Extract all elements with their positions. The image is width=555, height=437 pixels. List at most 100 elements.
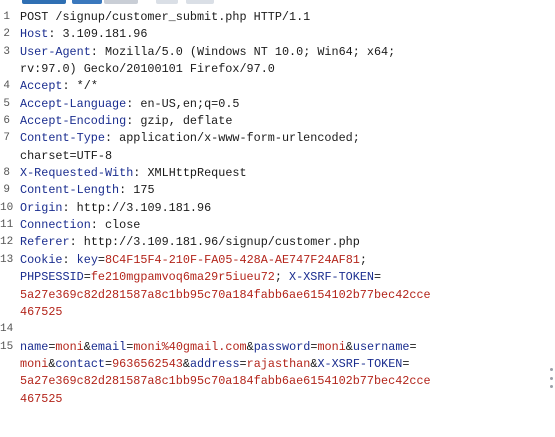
- header-value: charset=UTF-8: [20, 148, 113, 163]
- line-number: 13: [0, 253, 14, 266]
- tab-indicator[interactable]: [72, 0, 102, 4]
- cookie-name: key: [76, 252, 98, 267]
- line-number: 12: [0, 236, 14, 249]
- header-value: */*: [76, 79, 98, 94]
- request-body: 15 name=moni&email=moni%40gmail.com&pass…: [0, 339, 545, 356]
- line-number: 15: [0, 340, 14, 353]
- cookie-value: 5a27e369c82d281587a8c1bb95c70a184fabb6ae…: [20, 287, 431, 302]
- handle-dot: [549, 376, 553, 380]
- header-name: Content-Type: [20, 131, 105, 146]
- cookie-name: X-XSRF-TOKEN: [289, 270, 374, 285]
- param-name: name: [20, 339, 49, 354]
- param-value: moni: [55, 339, 84, 354]
- line-number: 10: [0, 201, 14, 214]
- line-number: 7: [3, 132, 10, 145]
- header-name: Accept: [20, 79, 63, 94]
- request-body-wrap: moni&contact=9636562543&address=rajastha…: [0, 356, 545, 373]
- header-value: Mozilla/5.0 (Windows NT 10.0; Win64; x64…: [104, 44, 396, 59]
- cookie-value: 8C4F15F4-210F-FA05-428A-AE747F24AF81: [105, 252, 360, 267]
- line-number: [0, 356, 10, 373]
- header-value: http://3.109.181.96/signup/customer.php: [83, 235, 360, 250]
- header-accept-language: 5 Accept-Language: en-US,en;q=0.5: [0, 96, 545, 113]
- param-name: X-XSRF-TOKEN: [317, 356, 403, 371]
- request-line: 1 POST /signup/customer_submit.php HTTP/…: [0, 9, 545, 26]
- drag-handle-icon[interactable]: [549, 368, 553, 388]
- line-number: 3: [3, 45, 10, 58]
- header-name: Accept-Language: [20, 96, 127, 111]
- header-value: 175: [133, 183, 155, 198]
- param-value: 467525: [20, 391, 63, 406]
- param-name: email: [90, 339, 127, 354]
- handle-dot: [549, 385, 553, 388]
- request-body-wrap: 5a27e369c82d281587a8c1bb95c70a184fabb6ae…: [0, 373, 545, 390]
- line-number: 4: [3, 80, 10, 93]
- cookie-value: fe210mgpamvoq6ma29r5iueu72: [90, 270, 275, 285]
- tab-indicator[interactable]: [186, 0, 214, 4]
- header-accept: 4 Accept: */*: [0, 78, 545, 95]
- http-request-editor[interactable]: 1 POST /signup/customer_submit.php HTTP/…: [0, 9, 545, 408]
- header-user-agent-wrap: rv:97.0) Gecko/20100101 Firefox/97.0: [0, 61, 545, 78]
- line-number: [0, 148, 10, 165]
- handle-dot: [549, 368, 553, 371]
- param-value: moni: [20, 356, 49, 371]
- header-name: Cookie: [20, 252, 63, 267]
- header-name: Referer: [20, 235, 70, 250]
- param-name: contact: [55, 356, 105, 371]
- header-value: application/x-www-form-urlencoded;: [119, 131, 360, 146]
- param-name: address: [189, 356, 240, 371]
- header-origin: 10 Origin: http://3.109.181.96: [0, 200, 545, 217]
- header-value: en-US,en;q=0.5: [140, 96, 240, 111]
- param-name: password: [253, 339, 311, 354]
- request-body-wrap: 467525: [0, 391, 545, 408]
- header-cookie-wrap: 5a27e369c82d281587a8c1bb95c70a184fabb6ae…: [0, 287, 545, 304]
- header-cookie-wrap: PHPSESSID=fe210mgpamvoq6ma29r5iueu72; X-…: [0, 269, 545, 286]
- line-number: [0, 61, 10, 78]
- header-cookie-wrap: 467525: [0, 304, 545, 321]
- param-value: 9636562543: [112, 356, 183, 371]
- header-connection: 11 Connection: close: [0, 217, 545, 234]
- tab-indicator[interactable]: [104, 0, 138, 4]
- header-value: rv:97.0) Gecko/20100101 Firefox/97.0: [20, 62, 275, 77]
- header-value: XMLHttpRequest: [147, 166, 247, 181]
- param-value: rajasthan: [246, 356, 311, 371]
- tab-indicator[interactable]: [156, 0, 178, 4]
- header-user-agent: 3 User-Agent: Mozilla/5.0 (Windows NT 10…: [0, 44, 545, 61]
- line-number: [0, 304, 10, 321]
- tab-strip: [0, 0, 555, 6]
- param-value: 5a27e369c82d281587a8c1bb95c70a184fabb6ae…: [20, 374, 431, 389]
- tab-indicator[interactable]: [22, 0, 66, 4]
- cookie-value: 467525: [20, 304, 63, 319]
- header-x-requested-with: 8 X-Requested-With: XMLHttpRequest: [0, 165, 545, 182]
- header-content-type: 7 Content-Type: application/x-www-form-u…: [0, 130, 545, 147]
- line-number: 11: [0, 219, 14, 232]
- header-value: close: [104, 218, 141, 233]
- param-value: moni%40gmail.com: [133, 339, 247, 354]
- line-number: [0, 373, 10, 390]
- header-name: Accept-Encoding: [20, 114, 127, 129]
- header-cookie: 13 Cookie: key=8C4F15F4-210F-FA05-428A-A…: [0, 252, 545, 269]
- header-value: gzip, deflate: [140, 114, 233, 129]
- line-number: [0, 287, 10, 304]
- cookie-name: PHPSESSID: [20, 270, 84, 285]
- line-number: 14: [0, 323, 14, 336]
- line-number: [0, 269, 10, 286]
- line-number: 5: [3, 97, 10, 110]
- header-referer: 12 Referer: http://3.109.181.96/signup/c…: [0, 234, 545, 251]
- header-host: 2 Host: 3.109.181.96: [0, 26, 545, 43]
- header-value: 3.109.181.96: [62, 27, 148, 42]
- header-name: Connection: [20, 218, 91, 233]
- header-name: Host: [20, 27, 49, 42]
- param-name: username: [352, 339, 410, 354]
- header-content-type-wrap: charset=UTF-8: [0, 148, 545, 165]
- request-line-text: POST /signup/customer_submit.php HTTP/1.…: [20, 10, 311, 24]
- line-number: [0, 391, 10, 408]
- header-name: User-Agent: [20, 44, 91, 59]
- blank-line: 14: [0, 321, 545, 338]
- line-number: 6: [3, 115, 10, 128]
- header-value: http://3.109.181.96: [76, 200, 212, 215]
- param-value: moni: [317, 339, 346, 354]
- header-name: Origin: [20, 200, 63, 215]
- line-number: 8: [3, 167, 10, 180]
- line-number: 2: [3, 28, 10, 41]
- header-content-length: 9 Content-Length: 175: [0, 182, 545, 199]
